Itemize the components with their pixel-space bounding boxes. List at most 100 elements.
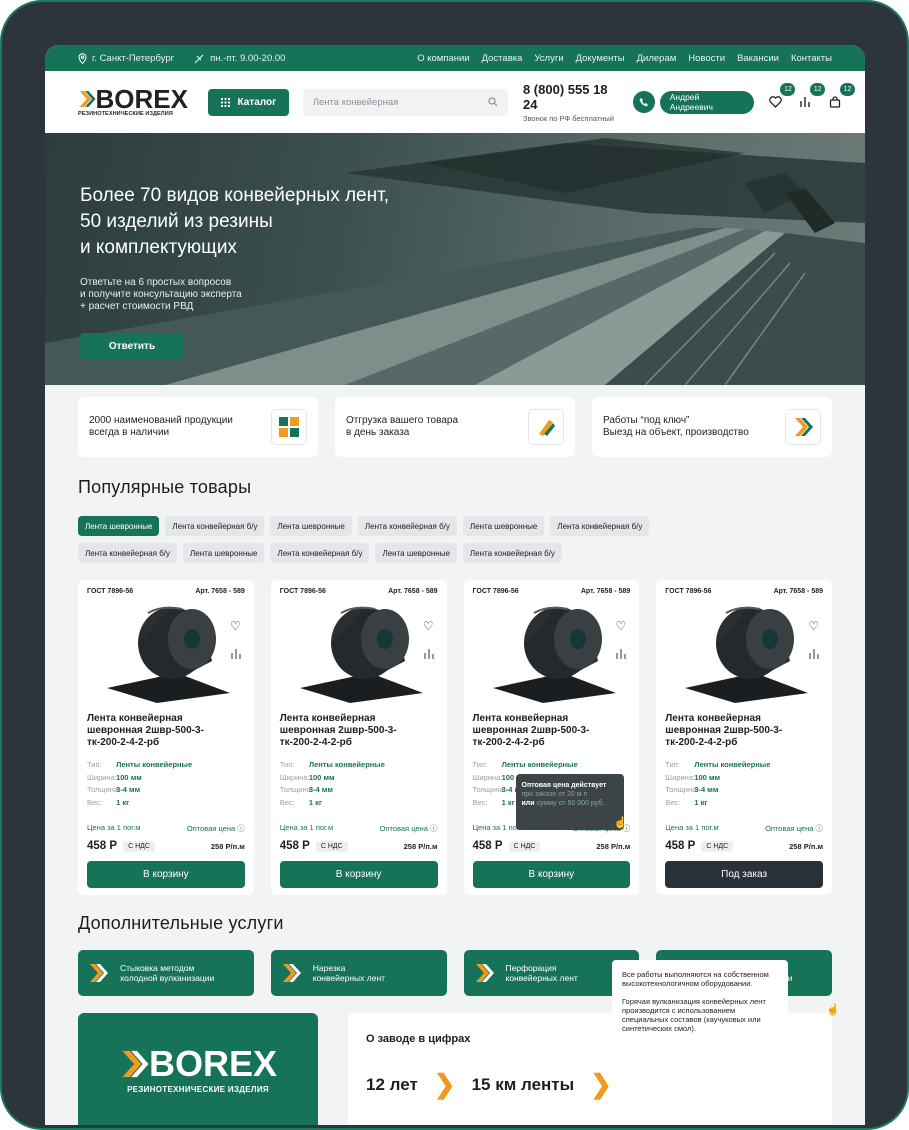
- hero-subtitle: Ответьте на 6 простых вопросов и получит…: [80, 277, 242, 312]
- callback-button[interactable]: [633, 91, 655, 113]
- compare-icon[interactable]: [231, 648, 241, 660]
- product-name[interactable]: Лента конвейерная шевронная 2швр-500-3- тк…: [473, 713, 631, 755]
- about-logo-box: BOREX РЕЗИНОТЕХНИЧЕСКИЕ ИЗДЕЛИЯ: [78, 1013, 318, 1125]
- favorite-icon[interactable]: ♡: [230, 619, 241, 633]
- info-paragraph: Все работы выполняются на собственном вы…: [622, 970, 769, 988]
- chip[interactable]: Лента шевронные: [78, 516, 160, 536]
- nav-documents[interactable]: Документы: [576, 53, 625, 64]
- nav-services[interactable]: Услуги: [534, 53, 563, 64]
- product-image[interactable]: ♡: [665, 603, 823, 703]
- product-card[interactable]: ГОСТ 7896-56 Арт. 7658 - 589 ♡ Лента конв…: [270, 580, 447, 895]
- service-label: Перфорация конвейерных лент: [505, 963, 578, 983]
- favorites-badge: 12: [780, 83, 796, 96]
- city-selector[interactable]: г. Санкт-Петербург: [78, 53, 174, 64]
- nav-about[interactable]: О компании: [417, 53, 469, 64]
- product-specs: Тип: Ленты конвейерные Ширина: 100 мм То…: [87, 760, 193, 807]
- wholesale-label[interactable]: Оптовая цена ⓘ: [187, 823, 245, 834]
- fact-km: 15 км ленты: [471, 1074, 575, 1094]
- gost-label: ГОСТ 7896-56: [665, 588, 712, 595]
- product-image[interactable]: ♡: [473, 603, 631, 703]
- nav-news[interactable]: Новости: [688, 53, 725, 64]
- search-icon[interactable]: [488, 97, 498, 107]
- chip[interactable]: Лента конвейерная б/у: [357, 516, 457, 536]
- catalog-button[interactable]: Каталог: [208, 88, 289, 116]
- product-name[interactable]: Лента конвейерная шевронная 2швр-500-3- тк…: [280, 713, 438, 755]
- service-button[interactable]: Нарезка конвейерных лент: [270, 950, 447, 996]
- about-logo-text: BOREX: [148, 1043, 278, 1084]
- feature-card: Отгрузка вашего товара в день заказа: [335, 397, 575, 457]
- compare-icon[interactable]: [809, 648, 819, 660]
- chip[interactable]: Лента шевронные: [183, 543, 265, 563]
- chip[interactable]: Лента конвейерная б/у: [462, 543, 562, 563]
- nav-contacts[interactable]: Контакты: [791, 53, 832, 64]
- phone-note: Звонок по РФ бесплатный: [522, 113, 615, 123]
- add-to-cart-button[interactable]: В корзину: [472, 861, 631, 888]
- product-image[interactable]: ♡: [280, 603, 438, 703]
- favorite-icon[interactable]: ♡: [423, 619, 434, 633]
- add-to-cart-button[interactable]: В корзину: [87, 861, 245, 888]
- chip[interactable]: Лента конвейерная б/у: [550, 516, 650, 536]
- grid-icon: [271, 409, 307, 445]
- product-card[interactable]: ГОСТ 7896-56 Арт. 7658 - 589 ♡ Лента конв…: [656, 580, 832, 895]
- phone-block: 8 (800) 555 18 24 Звонок по РФ бесплатны…: [523, 82, 624, 123]
- heart-icon: [769, 96, 782, 108]
- product-card[interactable]: ГОСТ 7896-56 Арт. 7658 - 589 ♡ Лента конв…: [463, 580, 640, 895]
- nav-dealers[interactable]: Дилерам: [637, 53, 677, 64]
- compare-icon[interactable]: [616, 648, 626, 660]
- wholesale-price: 258 Р/п.м: [789, 841, 823, 851]
- add-to-cart-button[interactable]: В корзину: [279, 861, 438, 888]
- services-title: Дополнительные услуги: [78, 913, 284, 933]
- borex-chevron-icon: [79, 91, 96, 107]
- gost-label: ГОСТ 7896-56: [472, 588, 519, 595]
- chip[interactable]: Лента шевронные: [270, 516, 352, 536]
- gost-label: ГОСТ 7896-56: [279, 588, 326, 595]
- wholesale-price: 258 Р/п.м: [210, 841, 245, 851]
- chip[interactable]: Лента конвейерная б/у: [165, 516, 265, 536]
- borex-mark-icon: [785, 409, 821, 445]
- category-chips: Лента шевронные Лента конвейерная б/у Ле…: [45, 498, 685, 563]
- chip[interactable]: Лента конвейерная б/у: [270, 543, 370, 563]
- product-card[interactable]: ГОСТ 7896-56 Арт. 7658 - 589 ♡ Лента конв…: [78, 580, 254, 895]
- feature-card: Работы “под ключ” Выезд на объект, произв…: [592, 397, 832, 457]
- cart-button[interactable]: 12: [827, 83, 856, 110]
- hero-title: Более 70 видов конвейерных лент, 50 изде…: [80, 185, 389, 258]
- product-name[interactable]: Лента конвейерная шевронная 2швр-500-3- тк…: [87, 713, 245, 755]
- location-pin-icon: [78, 52, 87, 64]
- compare-badge: 12: [810, 83, 826, 96]
- phone-number[interactable]: 8 (800) 555 18 24: [523, 82, 624, 112]
- product-specs: Тип: Ленты конвейерные Ширина: 100 мм То…: [665, 760, 771, 807]
- phone-icon: [639, 98, 648, 107]
- compare-icon[interactable]: [423, 648, 434, 660]
- chip[interactable]: Лента шевронные: [375, 543, 457, 563]
- fact-years: 12 лет: [366, 1074, 418, 1094]
- site-header: BOREX РЕЗИНОТЕХНИЧЕСКИЕ ИЗДЕЛИЯ Каталог …: [45, 71, 865, 133]
- hero-content: Более 70 видов конвейерных лент, 50 изде…: [80, 183, 420, 360]
- user-account-button[interactable]: Андрей Андреевич: [659, 90, 754, 114]
- product-name[interactable]: Лента конвейерная шевронная 2швр-500-3- тк…: [665, 713, 823, 755]
- compare-button[interactable]: 12: [797, 83, 826, 110]
- working-hours: пн.-пт. 9.00-20.00: [194, 53, 285, 64]
- service-button[interactable]: Стыковка методомхолодной вулканизации: [78, 950, 254, 996]
- borex-chevron-icon: [282, 964, 301, 982]
- hero-answer-button[interactable]: Ответить: [80, 333, 184, 360]
- price-value: 458 Р: [87, 840, 118, 852]
- order-button[interactable]: Под заказ: [665, 861, 823, 888]
- favorite-icon[interactable]: ♡: [615, 619, 626, 633]
- cart-badge: 12: [840, 83, 856, 96]
- price-value: 458 Р: [665, 840, 696, 852]
- product-image[interactable]: ♡: [87, 603, 245, 703]
- favorites-button[interactable]: 12: [768, 83, 796, 110]
- price-label: Цена за 1 пог.м: [665, 823, 719, 832]
- site-logo[interactable]: BOREX РЕЗИНОТЕХНИЧЕСКИЕ ИЗДЕЛИЯ: [78, 86, 188, 117]
- favorite-icon[interactable]: ♡: [808, 619, 819, 633]
- nav-vacancies[interactable]: Вакансии: [737, 53, 779, 64]
- wholesale-label[interactable]: Оптовая цена ⓘ: [765, 823, 823, 834]
- search-input[interactable]: [312, 96, 488, 108]
- nav-delivery[interactable]: Доставка: [482, 53, 523, 64]
- about-logo-subtitle: РЕЗИНОТЕХНИЧЕСКИЕ ИЗДЕЛИЯ: [127, 1085, 269, 1094]
- borex-chevron-icon: [122, 1050, 149, 1078]
- wholesale-label[interactable]: Оптовая цена ⓘ: [380, 823, 438, 834]
- chip[interactable]: Лента конвейерная б/у: [78, 543, 178, 563]
- chip[interactable]: Лента шевронные: [462, 516, 545, 536]
- chevron-right-icon: ❯: [590, 1069, 612, 1099]
